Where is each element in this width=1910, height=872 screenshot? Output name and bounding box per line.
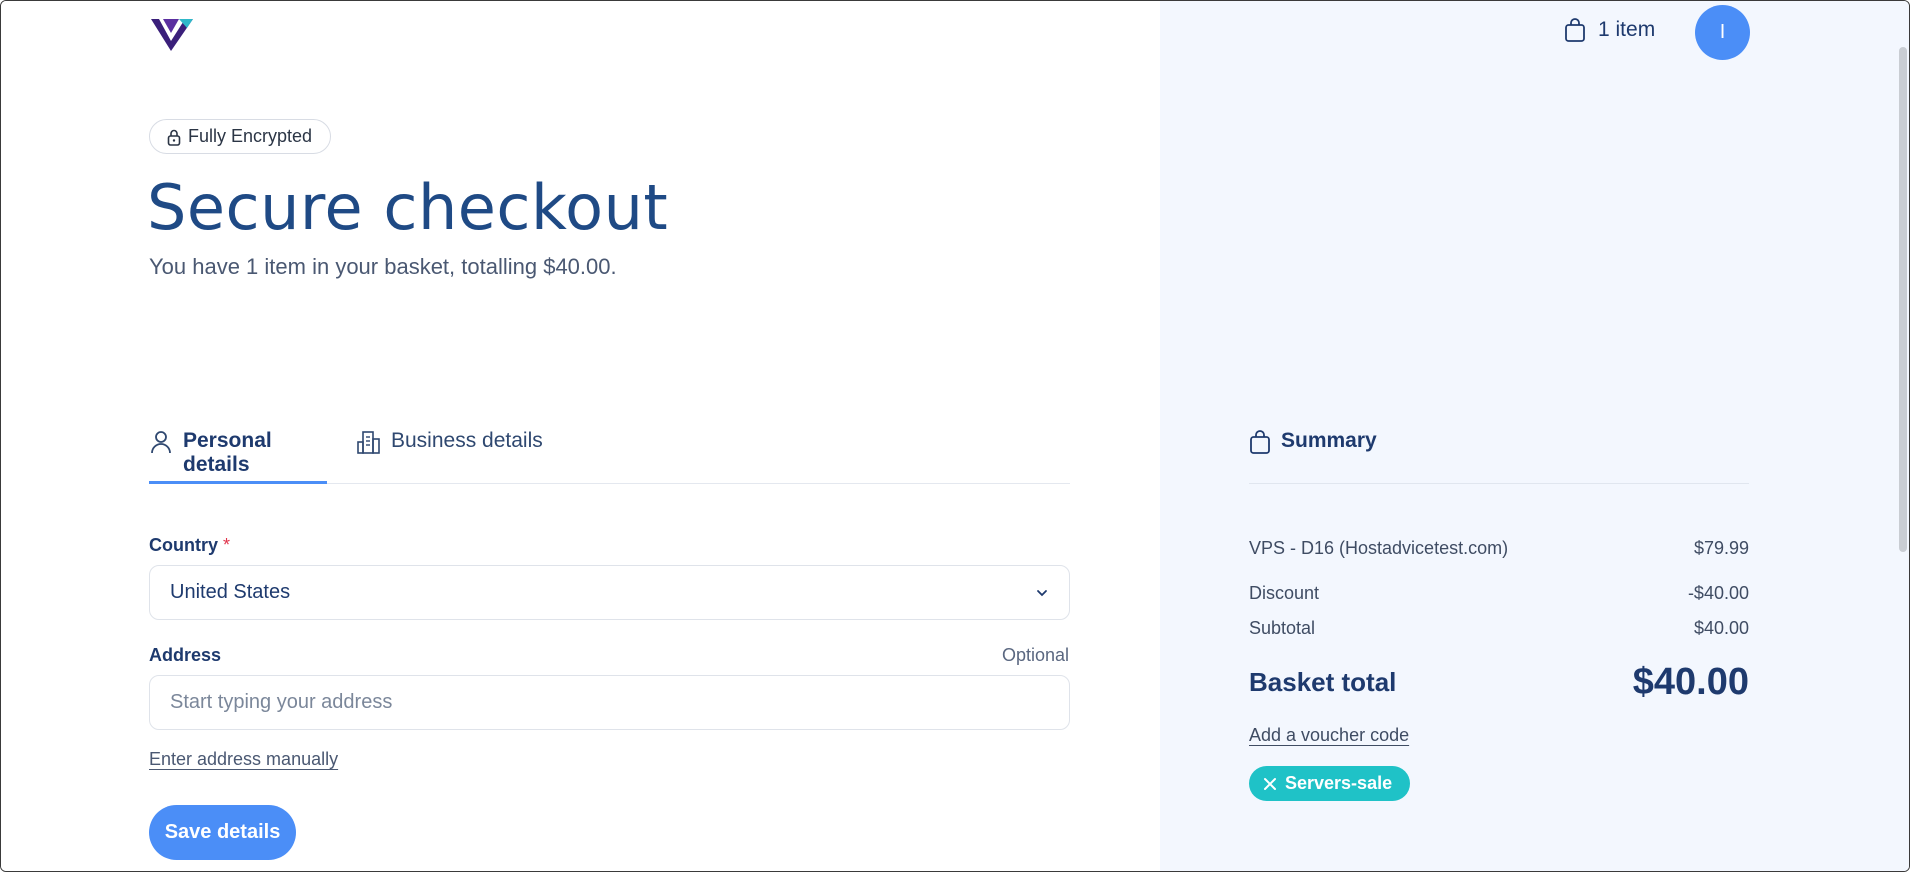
cart-button[interactable]: 1 item — [1564, 17, 1655, 43]
country-select[interactable]: United States — [149, 565, 1070, 620]
subtotal-label: Subtotal — [1249, 618, 1316, 638]
required-marker: * — [223, 535, 231, 555]
user-avatar[interactable]: I — [1695, 5, 1750, 60]
basket-total-value: $40.00 — [1632, 661, 1749, 703]
line-item-price: $79.99 — [1693, 538, 1749, 558]
lock-icon — [166, 128, 182, 146]
country-label-text: Country — [149, 535, 218, 555]
building-icon — [357, 429, 381, 455]
page-title: Secure checkout — [147, 171, 669, 244]
tab-business-details[interactable]: Business details — [357, 429, 543, 484]
encryption-badge: Fully Encrypted — [149, 119, 332, 154]
brand-logo[interactable] — [149, 17, 195, 53]
scrollbar-thumb[interactable] — [1899, 47, 1907, 552]
basket-summary-text: You have 1 item in your basket, totallin… — [149, 254, 617, 279]
summary-heading: Summary — [1249, 429, 1749, 484]
chevron-down-icon — [1035, 586, 1049, 600]
save-details-button[interactable]: Save details — [149, 805, 296, 860]
country-label: Country * — [149, 535, 230, 556]
summary-line-item: VPS - D16 (Hostadvicetest.com) $79.99 — [1249, 538, 1749, 559]
summary-discount-row: Discount -$40.00 — [1249, 583, 1749, 604]
address-input[interactable]: Start typing your address — [149, 675, 1070, 730]
address-label: Address — [149, 645, 222, 665]
checkout-main-panel: Fully Encrypted Secure checkout You have… — [1, 1, 1160, 871]
summary-subtotal-row: Subtotal $40.00 — [1249, 618, 1749, 639]
browser-frame: Fully Encrypted Secure checkout You have… — [0, 0, 1910, 872]
voucher-chip[interactable]: Servers-sale — [1249, 766, 1411, 801]
line-item-name: VPS - D16 (Hostadvicetest.com) — [1249, 538, 1509, 558]
enter-address-manually-link[interactable]: Enter address manually — [149, 749, 338, 770]
voucher-chip-label: Servers-sale — [1285, 773, 1393, 793]
basket-total-row: Basket total $40.00 — [1249, 661, 1749, 704]
subtotal-value: $40.00 — [1693, 618, 1749, 638]
details-tabs: Personal details Business details — [149, 429, 1070, 484]
shopping-bag-icon — [1564, 17, 1586, 43]
address-optional-hint: Optional — [1002, 645, 1070, 665]
basket-total-label: Basket total — [1249, 667, 1397, 697]
close-icon[interactable] — [1263, 777, 1277, 791]
add-voucher-link[interactable]: Add a voucher code — [1249, 725, 1409, 746]
discount-value: -$40.00 — [1687, 583, 1749, 603]
tab-business-label: Business details — [391, 429, 543, 452]
tab-personal-label: Personal details — [183, 429, 272, 476]
country-select-value: United States — [170, 581, 291, 603]
shopping-bag-icon — [1249, 429, 1271, 455]
summary-heading-label: Summary — [1281, 429, 1377, 452]
cart-count-label: 1 item — [1598, 18, 1656, 41]
encryption-badge-label: Fully Encrypted — [188, 126, 313, 146]
discount-label: Discount — [1249, 583, 1320, 603]
user-icon — [149, 429, 173, 455]
tab-personal-details[interactable]: Personal details — [149, 429, 327, 484]
